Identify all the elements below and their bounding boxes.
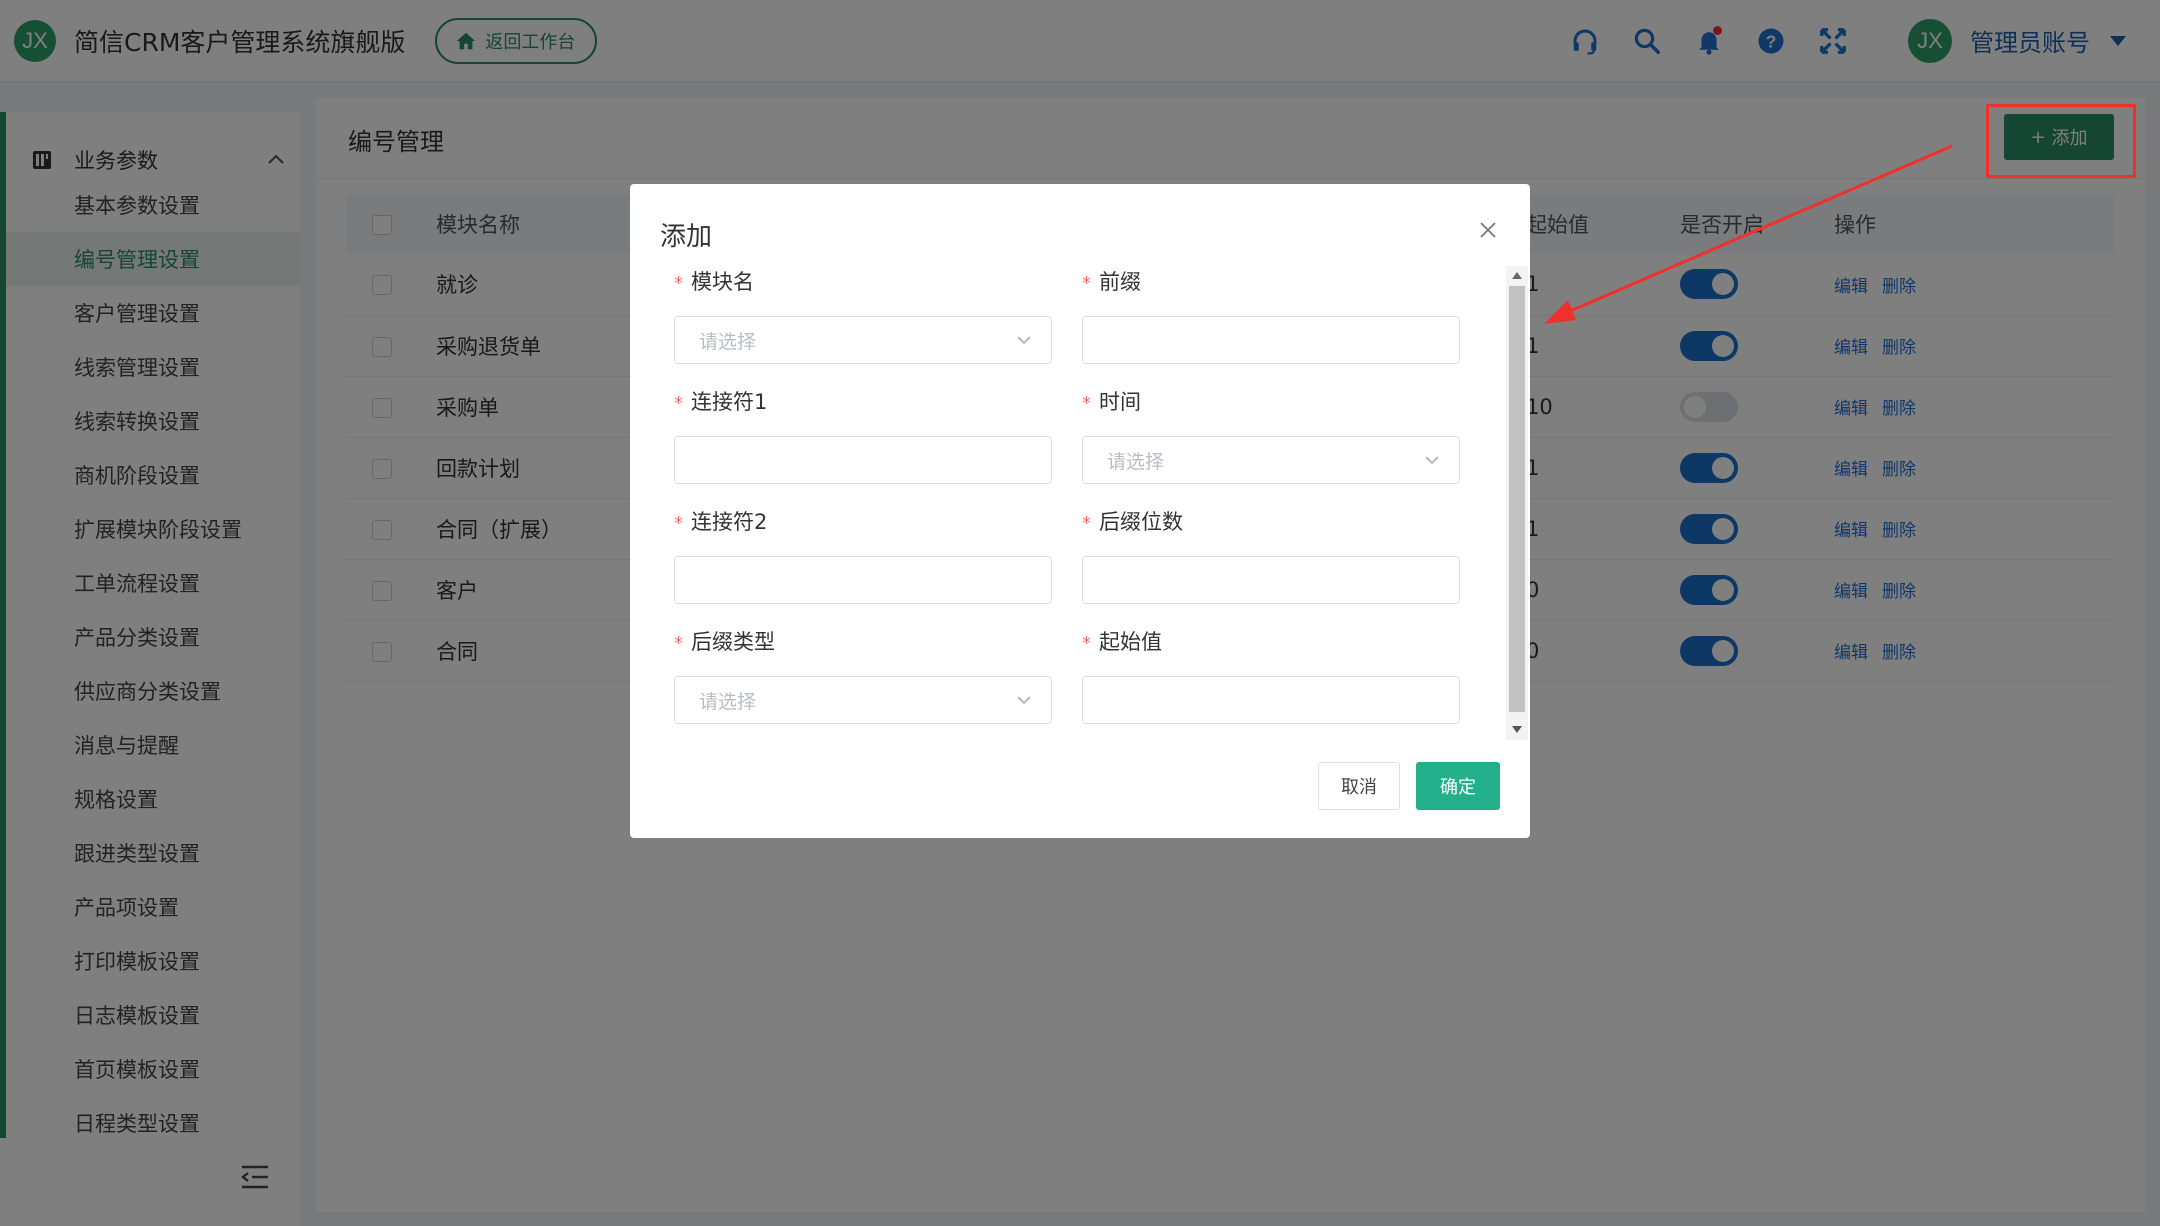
suffix-type-select[interactable]: 请选择: [674, 676, 1052, 724]
dialog-form: * 模块名 请选择 * 前缀 * 连接符1 * 时间 请选择 * 连接符2 * 后缀位数 *…: [630, 266, 1530, 746]
chevron-down-icon: [1017, 696, 1031, 705]
confirm-button[interactable]: 确定: [1416, 762, 1500, 810]
add-dialog: 添加 * 模块名 请选择 * 前缀 * 连接符1 * 时间 请选择 * 连接符2 * 后缀位…: [630, 184, 1530, 838]
start-value-input[interactable]: [1082, 676, 1460, 724]
connector2-input[interactable]: [674, 556, 1052, 604]
time-select[interactable]: 请选择: [1082, 436, 1460, 484]
dialog-scrollbar[interactable]: [1506, 266, 1528, 740]
suffix-digits-input[interactable]: [1082, 556, 1460, 604]
time-label: * 时间: [1082, 390, 1141, 414]
module-name-label: * 模块名: [674, 270, 754, 294]
prefix-label: * 前缀: [1082, 270, 1141, 294]
scroll-down-arrow-icon[interactable]: [1512, 726, 1522, 733]
connector1-label: * 连接符1: [674, 390, 768, 414]
scroll-thumb[interactable]: [1509, 286, 1525, 712]
module-name-select[interactable]: 请选择: [674, 316, 1052, 364]
connector2-label: * 连接符2: [674, 510, 768, 534]
scroll-up-arrow-icon[interactable]: [1512, 272, 1522, 279]
start-value-label: * 起始值: [1082, 630, 1162, 654]
dialog-title: 添加: [660, 222, 713, 252]
cancel-button[interactable]: 取消: [1318, 762, 1400, 810]
time-placeholder: 请选择: [1107, 450, 1165, 473]
module-name-placeholder: 请选择: [699, 330, 757, 353]
suffix-type-label: * 后缀类型: [674, 630, 775, 654]
annotation-highlight-box: [1986, 104, 2136, 178]
connector1-input[interactable]: [674, 436, 1052, 484]
chevron-down-icon: [1425, 456, 1439, 465]
chevron-down-icon: [1017, 336, 1031, 345]
prefix-input[interactable]: [1082, 316, 1460, 364]
suffix-digits-label: * 后缀位数: [1082, 510, 1183, 534]
suffix-type-placeholder: 请选择: [699, 690, 757, 713]
close-icon[interactable]: [1476, 218, 1500, 242]
